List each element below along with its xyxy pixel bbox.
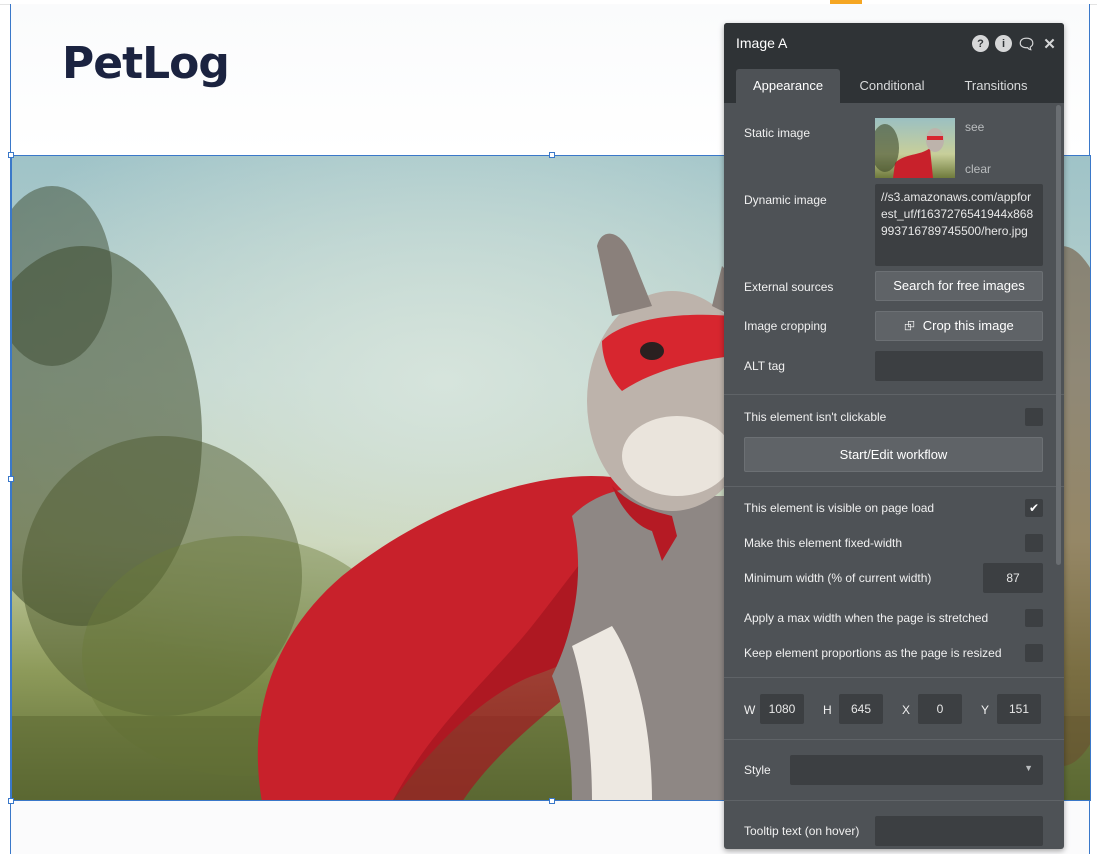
- section-divider: [724, 486, 1064, 487]
- height-input[interactable]: 645: [839, 694, 883, 724]
- dynamic-image-field[interactable]: //s3.amazonaws.com/appforest_uf/f1637276…: [875, 184, 1043, 266]
- static-image-clear-link[interactable]: clear: [965, 162, 991, 176]
- x-input[interactable]: 0: [918, 694, 962, 724]
- max-width-label: Apply a max width when the page is stret…: [744, 611, 989, 625]
- property-editor-panel[interactable]: Image A ? i 🗨 ✕ Appearance Conditional T…: [724, 23, 1064, 849]
- y-input[interactable]: 151: [997, 694, 1041, 724]
- keep-proportions-checkbox[interactable]: [1025, 644, 1043, 662]
- alt-tag-label: ALT tag: [744, 359, 785, 373]
- width-label: W: [744, 703, 756, 717]
- y-label: Y: [981, 703, 990, 717]
- tab-conditional[interactable]: Conditional: [840, 69, 944, 103]
- image-cropping-label: Image cropping: [744, 319, 827, 333]
- static-image-label: Static image: [744, 126, 811, 140]
- checkmark-icon: ✔: [1028, 501, 1040, 515]
- tooltip-label: Tooltip text (on hover): [744, 824, 860, 838]
- style-label: Style: [744, 763, 771, 777]
- start-edit-workflow-button[interactable]: Start/Edit workflow: [744, 437, 1043, 472]
- tab-appearance[interactable]: Appearance: [736, 69, 840, 103]
- help-icon[interactable]: ?: [972, 35, 989, 52]
- crop-image-button-label: Crop this image: [922, 318, 1014, 333]
- close-icon[interactable]: ✕: [1041, 35, 1058, 53]
- height-label: H: [823, 703, 832, 717]
- min-width-label: Minimum width (% of current width): [744, 571, 932, 585]
- panel-scrollbar[interactable]: [1056, 105, 1061, 565]
- panel-tabs: Appearance Conditional Transitions: [724, 63, 1064, 103]
- info-icon[interactable]: i: [995, 35, 1012, 52]
- section-divider: [724, 800, 1064, 801]
- section-divider: [724, 394, 1064, 395]
- crop-image-button[interactable]: ⮺ Crop this image: [875, 311, 1043, 341]
- fixed-width-label: Make this element fixed-width: [744, 536, 903, 550]
- resize-handle-bottom[interactable]: [549, 798, 555, 804]
- comment-icon[interactable]: 🗨: [1017, 35, 1036, 53]
- keep-proportions-label: Keep element proportions as the page is …: [744, 646, 1002, 660]
- search-free-images-button[interactable]: Search for free images: [875, 271, 1043, 301]
- min-width-input[interactable]: 87: [983, 563, 1043, 593]
- not-clickable-label: This element isn't clickable: [744, 410, 887, 424]
- resize-handle-bottom-left[interactable]: [8, 798, 14, 804]
- width-input[interactable]: 1080: [760, 694, 804, 724]
- max-width-checkbox[interactable]: [1025, 609, 1043, 627]
- fixed-width-checkbox[interactable]: [1025, 534, 1043, 552]
- visible-on-load-checkbox[interactable]: ✔: [1025, 499, 1043, 517]
- external-sources-label: External sources: [744, 280, 834, 294]
- static-image-thumbnail[interactable]: [875, 118, 955, 178]
- alt-tag-input[interactable]: [875, 351, 1043, 381]
- tooltip-input[interactable]: [875, 816, 1043, 846]
- tab-transitions[interactable]: Transitions: [944, 69, 1048, 103]
- page-logo[interactable]: PetLog: [62, 38, 230, 89]
- resize-handle-left[interactable]: [8, 476, 14, 482]
- visible-on-load-label: This element is visible on page load: [744, 501, 935, 515]
- x-label: X: [902, 703, 911, 717]
- section-divider: [724, 739, 1064, 740]
- static-image-see-link[interactable]: see: [965, 120, 984, 134]
- panel-title: Image A: [736, 35, 788, 51]
- style-dropdown[interactable]: ▼: [790, 755, 1043, 785]
- dynamic-image-label: Dynamic image: [744, 193, 827, 207]
- not-clickable-checkbox[interactable]: [1025, 408, 1043, 426]
- panel-header-icons: ? i 🗨 ✕: [972, 35, 1058, 53]
- resize-handle-top[interactable]: [549, 152, 555, 158]
- crop-icon: ⮺: [904, 318, 915, 333]
- section-divider: [724, 677, 1064, 678]
- chevron-down-icon: ▼: [1024, 763, 1033, 773]
- panel-header[interactable]: Image A ? i 🗨 ✕: [724, 23, 1064, 63]
- resize-handle-top-left[interactable]: [8, 152, 14, 158]
